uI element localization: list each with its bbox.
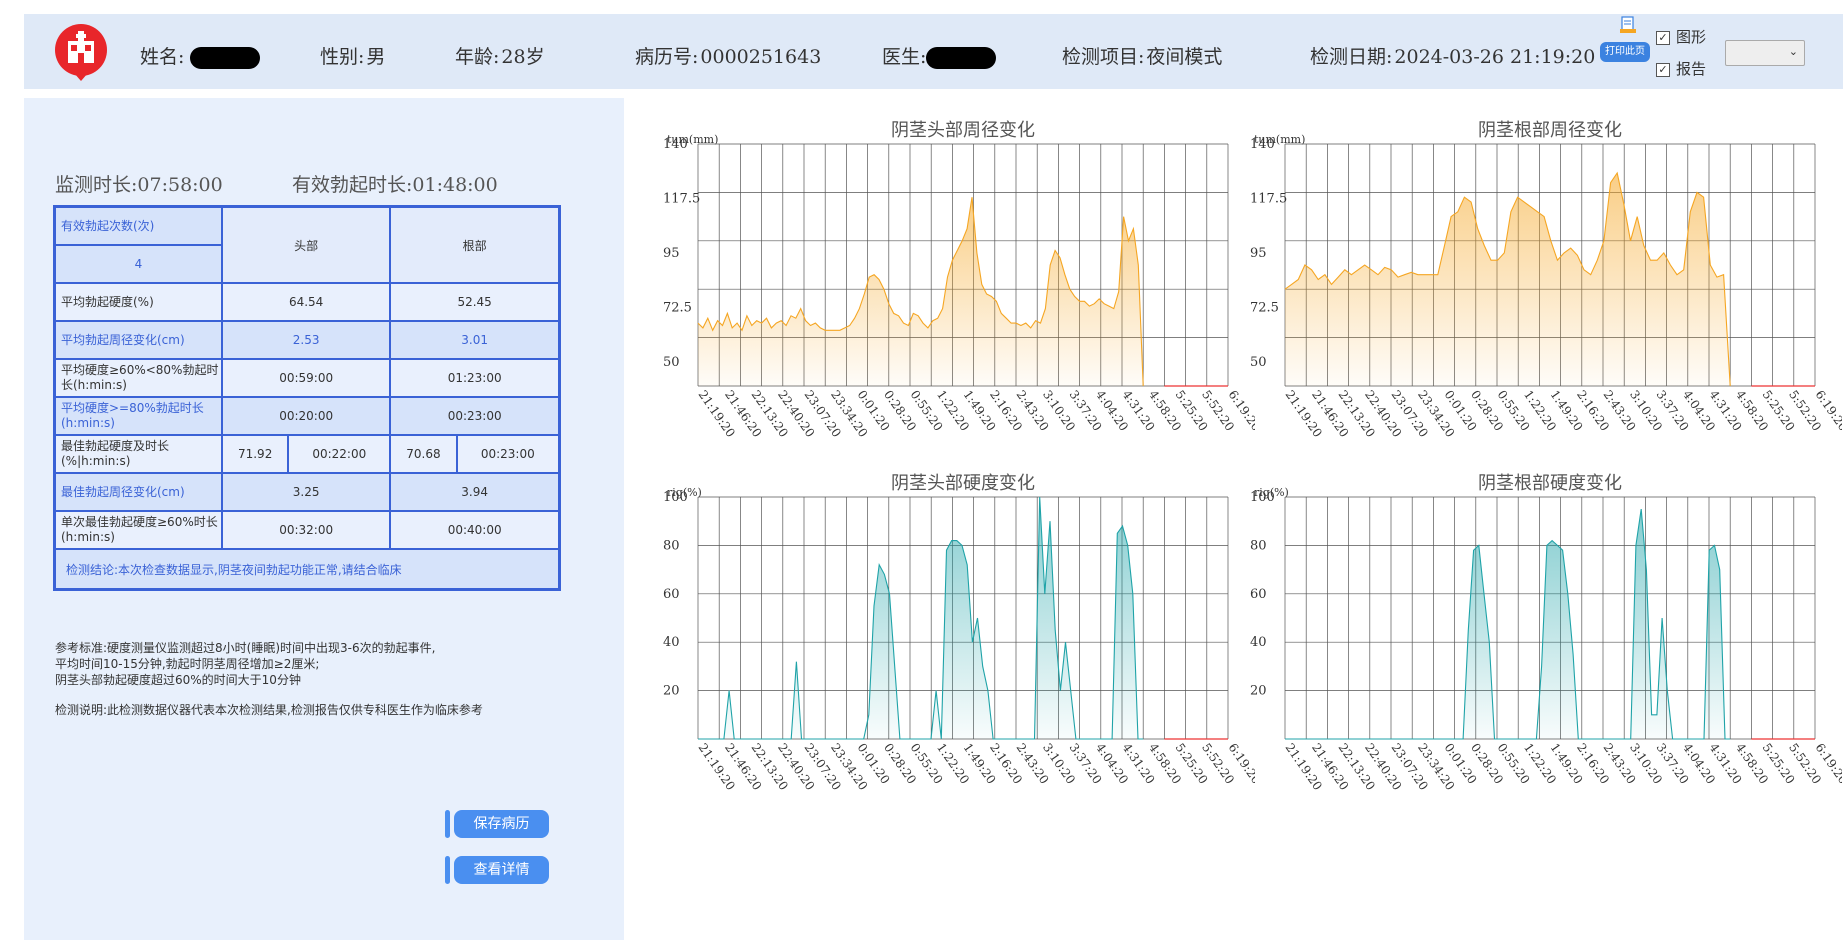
head-rigidity-chart: 阴茎头部硬度变化rig(%)2040608010021:19:2021:46:2… <box>663 473 1255 793</box>
row-label: 平均硬度>=80%勃起时长(h:min:s) <box>53 396 223 436</box>
col-root-header: 根部 <box>389 205 561 284</box>
head-circumference-chart: 阴茎头部周径变化tum(mm)5072.595117.514021:19:202… <box>663 120 1255 440</box>
graph-checkbox[interactable]: ✓ 图形 <box>1656 26 1706 47</box>
reference-line: 参考标准:硬度测量仪监测超过8小时(睡眠)时间中出现3-6次的勃起事件, <box>55 641 436 655</box>
head-best-pct: 71.92 <box>220 434 290 474</box>
root-rigidity-chart: 阴茎根部硬度变化rig(%)2040608010021:19:2021:46:2… <box>1250 473 1842 793</box>
count-label: 有效勃起次数(次) <box>53 205 223 246</box>
save-record-button[interactable]: 保存病历 <box>445 810 549 838</box>
monitor-duration: 监测时长:07:58:00 <box>55 174 223 196</box>
checkmark-icon: ✓ <box>1656 62 1670 77</box>
series-area <box>698 497 1144 739</box>
count-value: 4 <box>53 244 223 284</box>
chart-title: 阴茎头部硬度变化 <box>891 473 1035 494</box>
effective-duration: 有效勃起时长:01:48:00 <box>292 174 498 196</box>
chart-title: 阴茎根部周径变化 <box>1478 120 1622 141</box>
reference-standard: 参考标准:硬度测量仪监测超过8小时(睡眠)时间中出现3-6次的勃起事件, 平均时… <box>55 640 615 718</box>
option-select[interactable]: ⌄ <box>1725 40 1805 66</box>
y-tick-label: 80 <box>663 538 680 553</box>
root-value: 00:40:00 <box>389 510 561 550</box>
row-label: 平均勃起周径变化(cm) <box>53 320 223 360</box>
chart-title: 阴茎头部周径变化 <box>891 120 1035 141</box>
row-label: 最佳勃起周径变化(cm) <box>53 472 223 512</box>
series-area <box>1285 509 1731 739</box>
root-best-pct: 70.68 <box>389 434 458 474</box>
print-page-button[interactable]: 打印此页 <box>1600 42 1650 62</box>
patient-name: 姓名: <box>140 42 261 69</box>
statistics-table: 有效勃起次数(次) 头部 根部 4 平均勃起硬度(%) 64.54 52.45 … <box>53 205 561 591</box>
patient-age: 年龄: 28岁 <box>455 46 545 68</box>
y-tick-label: 20 <box>663 684 680 699</box>
y-tick-label: 50 <box>663 355 680 370</box>
test-item: 检测项目: 夜间模式 <box>1062 46 1223 68</box>
row-label: 平均勃起硬度(%) <box>53 282 223 322</box>
patient-gender: 性别: 男 <box>320 46 386 68</box>
y-tick-label: 60 <box>1250 587 1267 602</box>
head-value: 00:32:00 <box>220 510 392 550</box>
series-area <box>698 197 1144 386</box>
series-line <box>698 496 1144 740</box>
y-tick-label: 117.5 <box>1250 191 1287 206</box>
y-tick-label: 20 <box>1250 684 1267 699</box>
root-circumference-chart: 阴茎根部周径变化tum(mm)5072.595117.514021:19:202… <box>1250 120 1842 440</box>
test-note: 检测说明:此检测数据仪器代表本次检测结果,检测报告仅供专科医生作为临床参考 <box>55 703 483 717</box>
row-label: 单次最佳勃起硬度≥60%时长(h:min:s) <box>53 510 223 550</box>
y-tick-label: 100 <box>663 490 688 505</box>
test-date: 检测日期: 2024-03-26 21:19:20 <box>1310 46 1596 68</box>
y-tick-label: 117.5 <box>663 191 700 206</box>
redacted-name <box>190 47 261 69</box>
conclusion: 检测结论:本次检查数据显示,阴茎夜间勃起功能正常,请结合临床 <box>53 548 561 591</box>
root-value: 00:23:00 <box>389 396 561 436</box>
chart-title: 阴茎根部硬度变化 <box>1478 473 1622 494</box>
chevron-down-icon: ⌄ <box>1788 45 1798 58</box>
printer-icon[interactable] <box>1620 16 1636 34</box>
series-area <box>1285 173 1731 386</box>
head-best-time: 00:22:00 <box>287 434 392 474</box>
root-value: 01:23:00 <box>389 358 561 398</box>
reference-line: 阴茎头部勃起硬度超过60%的时间大于10分钟 <box>55 673 301 687</box>
view-details-button[interactable]: 查看详情 <box>445 856 549 884</box>
checkmark-icon: ✓ <box>1656 30 1670 45</box>
y-tick-label: 40 <box>1250 635 1267 650</box>
doctor-name: 医生: <box>882 42 997 69</box>
root-value: 3.94 <box>389 472 561 512</box>
y-tick-label: 140 <box>1250 137 1275 152</box>
y-tick-label: 100 <box>1250 490 1275 505</box>
hospital-logo-icon <box>55 24 107 81</box>
root-value: 3.01 <box>389 320 561 360</box>
col-head-header: 头部 <box>220 205 392 284</box>
redacted-doctor <box>926 47 997 69</box>
y-tick-label: 72.5 <box>663 300 692 315</box>
head-value: 00:59:00 <box>220 358 392 398</box>
root-best-time: 00:23:00 <box>455 434 561 474</box>
head-value: 3.25 <box>220 472 392 512</box>
head-value: 2.53 <box>220 320 392 360</box>
y-tick-label: 140 <box>663 137 688 152</box>
y-tick-label: 50 <box>1250 355 1267 370</box>
y-tick-label: 95 <box>663 246 680 261</box>
head-value: 64.54 <box>220 282 392 322</box>
y-tick-label: 80 <box>1250 538 1267 553</box>
y-tick-label: 40 <box>663 635 680 650</box>
row-label: 平均硬度≥60%<80%勃起时长(h:min:s) <box>53 358 223 398</box>
row-label: 最佳勃起硬度及时长(%|h:min:s) <box>53 434 223 474</box>
root-value: 52.45 <box>389 282 561 322</box>
head-value: 00:20:00 <box>220 396 392 436</box>
reference-line: 平均时间10-15分钟,勃起时阴茎周径增加≥2厘米; <box>55 657 320 671</box>
y-tick-label: 72.5 <box>1250 300 1279 315</box>
report-checkbox[interactable]: ✓ 报告 <box>1656 58 1706 79</box>
record-number: 病历号: 0000251643 <box>635 46 822 68</box>
y-tick-label: 60 <box>663 587 680 602</box>
y-tick-label: 95 <box>1250 246 1267 261</box>
